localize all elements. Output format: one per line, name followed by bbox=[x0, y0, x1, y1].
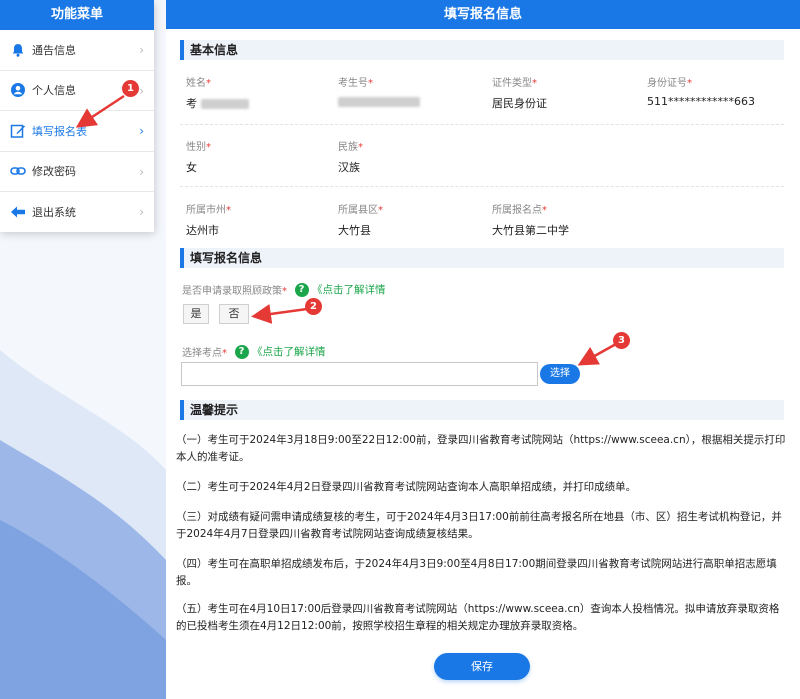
detail-link[interactable]: 《点击了解详情 bbox=[252, 346, 326, 358]
id-type-value: 居民身份证 bbox=[492, 97, 547, 110]
select-button[interactable]: 选择 bbox=[540, 364, 580, 384]
tip-item: （五）考生可在4月10日17:00后登录四川省教育考试院网站（https://w… bbox=[176, 603, 780, 632]
annotation-badge: 3 bbox=[613, 332, 630, 349]
sidebar-item-label: 填写报名表 bbox=[32, 124, 87, 138]
field-ethnicity: 民族* 汉族 bbox=[338, 142, 363, 174]
select-site-row: 选择考点* ? 《点击了解详情 bbox=[182, 344, 326, 359]
field-exam-number: 考生号* bbox=[338, 74, 420, 108]
tip-item: （三）对成绩有疑问需申请成绩复核的考生，可于2024年4月3日17:00前前往高… bbox=[176, 511, 782, 540]
field-gender: 性别* 女 bbox=[186, 142, 211, 174]
county-value: 大竹县 bbox=[338, 224, 371, 237]
field-registration-site: 所属报名点* 大竹县第二中学 bbox=[492, 205, 569, 237]
sidebar-title: 功能菜单 bbox=[0, 0, 154, 30]
chevron-right-icon: › bbox=[139, 83, 144, 98]
sidebar-item-notices[interactable]: 通告信息 › bbox=[0, 30, 154, 71]
chevron-right-icon: › bbox=[139, 124, 144, 138]
save-button[interactable]: 保存 bbox=[434, 653, 530, 680]
ethnicity-value: 汉族 bbox=[338, 161, 360, 174]
section-tips: 温馨提示 bbox=[180, 400, 784, 420]
edit-icon bbox=[10, 123, 26, 139]
field-county: 所属县区* 大竹县 bbox=[338, 205, 383, 237]
user-icon bbox=[10, 82, 26, 98]
field-name: 姓名* 考 bbox=[186, 74, 249, 111]
bell-icon bbox=[10, 42, 26, 58]
field-city: 所属市州* 达州市 bbox=[186, 205, 231, 237]
exam-site-input[interactable] bbox=[181, 362, 538, 386]
field-id-type: 证件类型* 居民身份证 bbox=[492, 78, 547, 110]
tip-item: （一）考生可于2024年3月18日9:00至22日12:00前，登录四川省教育考… bbox=[176, 434, 786, 463]
sidebar-item-logout[interactable]: 退出系统 › bbox=[0, 192, 154, 233]
registration-site-value: 大竹县第二中学 bbox=[492, 224, 569, 237]
divider bbox=[180, 124, 784, 125]
chevron-right-icon: › bbox=[139, 43, 144, 57]
city-value: 达州市 bbox=[186, 224, 219, 237]
redacted-text bbox=[338, 97, 420, 107]
chevron-right-icon: › bbox=[139, 164, 144, 179]
sidebar-item-change-password[interactable]: 修改密码 › bbox=[0, 152, 154, 192]
sidebar-item-label: 修改密码 bbox=[32, 165, 76, 179]
sidebar-item-registration-form[interactable]: 填写报名表 › bbox=[0, 111, 154, 152]
id-number-value: 511************663 bbox=[647, 95, 755, 108]
redacted-text bbox=[200, 99, 249, 109]
policy-question-row: 是否申请录取照顾政策* ? 《点击了解详情 bbox=[182, 282, 386, 297]
sidebar-item-label: 个人信息 bbox=[32, 84, 76, 98]
annotation-badge: 1 bbox=[122, 80, 139, 97]
gender-value: 女 bbox=[186, 161, 197, 174]
exit-icon bbox=[10, 204, 26, 220]
main-panel: 填写报名信息 基本信息 姓名* 考 考生号* 证件类型* 居民身份证 身份证号*… bbox=[166, 0, 800, 699]
sidebar-menu: 功能菜单 通告信息 › 个人信息 › 填写报名表 › 修改密码 › 退出系统 › bbox=[0, 0, 154, 232]
section-basic-info: 基本信息 bbox=[180, 40, 784, 60]
divider bbox=[180, 186, 784, 187]
section-registration-info: 填写报名信息 bbox=[180, 248, 784, 268]
page-title: 填写报名信息 bbox=[166, 0, 800, 29]
name-value: 考 bbox=[186, 97, 197, 110]
help-icon[interactable]: ? bbox=[294, 282, 309, 297]
detail-link[interactable]: 《点击了解详情 bbox=[312, 284, 386, 296]
tip-item: （四）考生可在高职单招成绩发布后，于2024年4月3日9:00至4月8日17:0… bbox=[176, 558, 777, 587]
chevron-right-icon: › bbox=[139, 205, 144, 219]
sidebar-item-label: 退出系统 bbox=[32, 206, 76, 220]
no-button[interactable]: 否 bbox=[219, 304, 249, 324]
tip-item: （二）考生可于2024年4月2日登录四川省教育考试院网站查询本人高职单招成绩，并… bbox=[176, 481, 637, 493]
help-icon[interactable]: ? bbox=[234, 344, 249, 359]
field-id-number: 身份证号* 511************663 bbox=[647, 78, 755, 108]
link-icon bbox=[10, 163, 26, 179]
sidebar-item-label: 通告信息 bbox=[32, 43, 76, 57]
annotation-badge: 2 bbox=[305, 298, 322, 315]
yes-button[interactable]: 是 bbox=[183, 304, 209, 324]
